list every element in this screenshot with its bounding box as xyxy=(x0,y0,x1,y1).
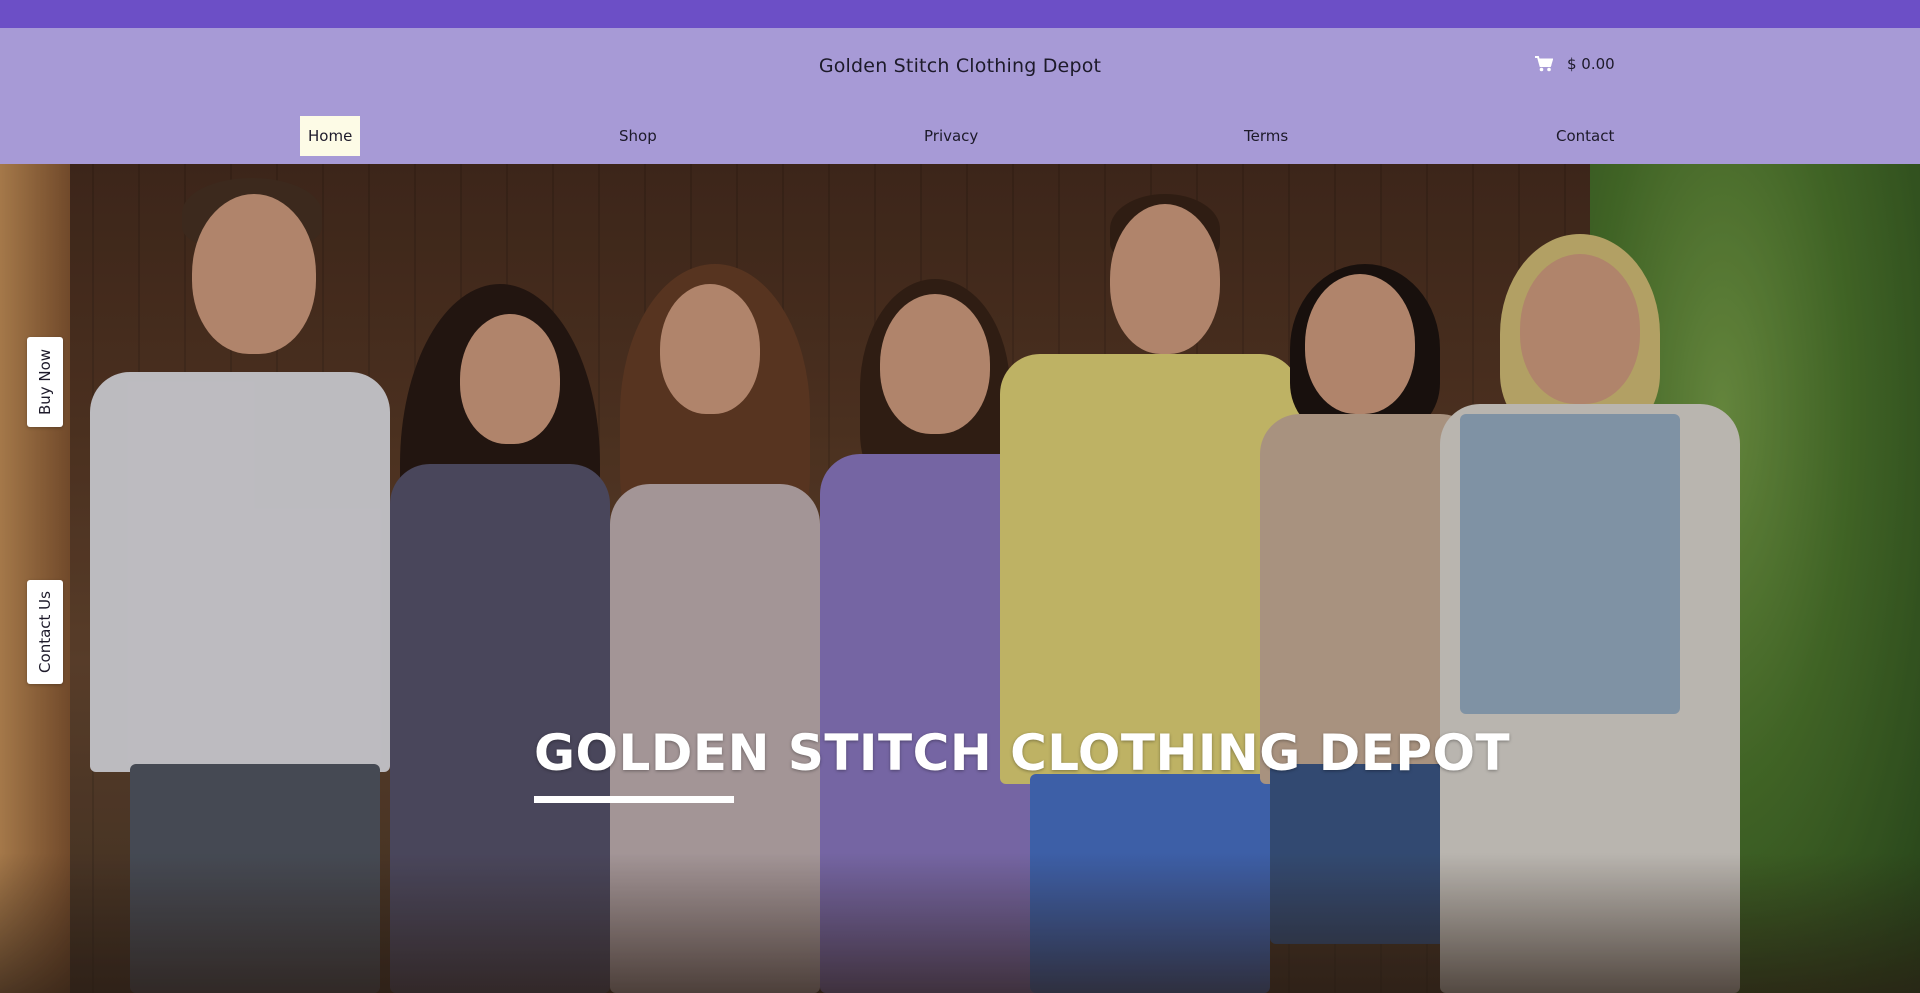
hero-banner: GOLDEN STITCH CLOTHING DEPOT xyxy=(0,164,1920,993)
nav-home[interactable]: Home xyxy=(300,116,361,156)
nav-shop[interactable]: Shop xyxy=(619,116,657,156)
shopping-cart-icon[interactable] xyxy=(1535,56,1553,72)
nav-terms[interactable]: Terms xyxy=(1244,116,1288,156)
buy-now-label[interactable]: Buy Now xyxy=(36,349,54,415)
contact-us-label[interactable]: Contact Us xyxy=(36,591,54,673)
hero-title-underline xyxy=(534,796,734,803)
contact-us-tab[interactable]: Contact Us xyxy=(27,580,63,684)
main-nav: Home Shop Privacy Terms Contact xyxy=(0,116,1920,156)
top-accent-bar xyxy=(0,0,1920,28)
nav-privacy[interactable]: Privacy xyxy=(924,116,978,156)
cart-total[interactable]: $ 0.00 xyxy=(1567,55,1615,73)
hero-overlay xyxy=(0,164,1920,993)
hero-title: GOLDEN STITCH CLOTHING DEPOT xyxy=(534,724,1511,782)
site-title[interactable]: Golden Stitch Clothing Depot xyxy=(0,55,1920,77)
site-header: Golden Stitch Clothing Depot $ 0.00 Home… xyxy=(0,28,1920,164)
cart-button[interactable]: $ 0.00 xyxy=(1535,55,1615,73)
buy-now-tab[interactable]: Buy Now xyxy=(27,337,63,427)
nav-contact[interactable]: Contact xyxy=(1556,116,1614,156)
